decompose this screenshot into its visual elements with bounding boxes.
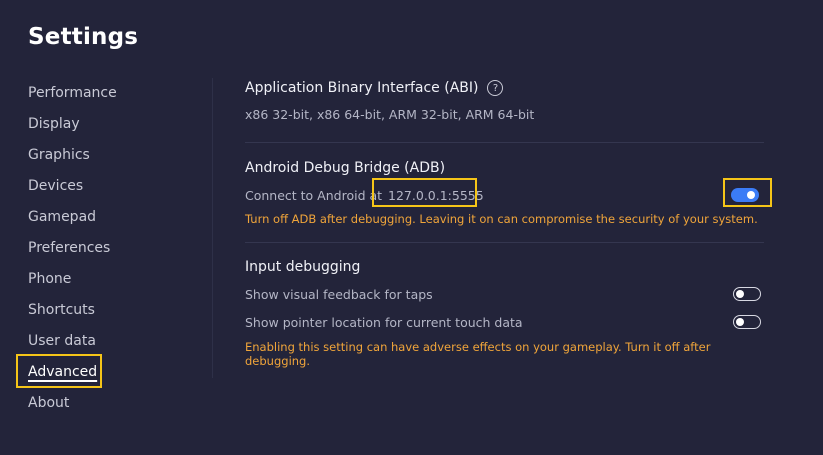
sidebar-item-label: Preferences bbox=[28, 240, 111, 256]
sidebar-item-label: Devices bbox=[28, 178, 84, 194]
sidebar-item-shortcuts[interactable]: Shortcuts bbox=[28, 299, 198, 330]
sidebar-item-advanced[interactable]: Advanced bbox=[28, 361, 198, 392]
visual-feedback-label: Show visual feedback for taps bbox=[245, 286, 433, 302]
help-icon[interactable]: ? bbox=[487, 80, 504, 96]
pointer-location-row: Show pointer location for current touch … bbox=[245, 313, 765, 331]
sidebar-item-label: Performance bbox=[28, 85, 117, 101]
adb-toggle[interactable] bbox=[731, 188, 759, 202]
section-divider bbox=[245, 142, 764, 143]
sidebar-divider bbox=[212, 78, 213, 378]
toggle-knob bbox=[736, 289, 744, 298]
input-debugging-warning: Enabling this setting can have adverse e… bbox=[245, 340, 711, 368]
sidebar-item-devices[interactable]: Devices bbox=[28, 175, 198, 206]
sidebar-item-preferences[interactable]: Preferences bbox=[28, 237, 198, 268]
visual-feedback-row: Show visual feedback for taps bbox=[245, 285, 765, 303]
sidebar-item-label: About bbox=[28, 395, 70, 411]
abi-section-title: Application Binary Interface (ABI) ? bbox=[245, 78, 765, 98]
sidebar-item-label: Shortcuts bbox=[28, 302, 95, 318]
sidebar-item-display[interactable]: Display bbox=[28, 113, 198, 144]
sidebar-nav: Performance Display Graphics Devices Gam… bbox=[28, 82, 198, 423]
page-title: Settings bbox=[28, 24, 139, 50]
sidebar-item-label: Graphics bbox=[28, 147, 90, 163]
sidebar-item-gamepad[interactable]: Gamepad bbox=[28, 206, 198, 237]
adb-address: 127.0.0.1:5555 bbox=[388, 187, 484, 203]
input-debugging-title: Input debugging bbox=[245, 259, 361, 275]
abi-value: x86 32-bit, x86 64-bit, ARM 32-bit, ARM … bbox=[245, 107, 535, 122]
section-divider bbox=[245, 242, 764, 243]
sidebar-item-graphics[interactable]: Graphics bbox=[28, 144, 198, 175]
sidebar-item-label: Display bbox=[28, 116, 80, 132]
adb-connect-label: Connect to Android at bbox=[245, 187, 383, 203]
adb-warning: Turn off ADB after debugging. Leaving it… bbox=[245, 212, 758, 226]
toggle-knob bbox=[736, 317, 744, 326]
visual-feedback-toggle[interactable] bbox=[733, 287, 761, 301]
pointer-location-label: Show pointer location for current touch … bbox=[245, 314, 523, 330]
sidebar-item-user-data[interactable]: User data bbox=[28, 330, 198, 361]
adb-title: Android Debug Bridge (ADB) bbox=[245, 160, 446, 176]
pointer-location-toggle[interactable] bbox=[733, 315, 761, 329]
input-debugging-section-title: Input debugging bbox=[245, 257, 765, 277]
sidebar-item-phone[interactable]: Phone bbox=[28, 268, 198, 299]
adb-connect-text: Connect to Android at 127.0.0.1:5555 bbox=[245, 188, 484, 203]
sidebar-item-label: Advanced bbox=[28, 364, 98, 380]
adb-connect-row: Connect to Android at 127.0.0.1:5555 bbox=[245, 184, 765, 206]
adb-section-title: Android Debug Bridge (ADB) bbox=[245, 158, 765, 178]
sidebar-item-performance[interactable]: Performance bbox=[28, 82, 198, 113]
advanced-settings-panel: Application Binary Interface (ABI) ? x86… bbox=[245, 78, 765, 368]
sidebar-item-about[interactable]: About bbox=[28, 392, 198, 423]
sidebar-item-label: User data bbox=[28, 333, 96, 349]
abi-title: Application Binary Interface (ABI) bbox=[245, 80, 479, 96]
toggle-knob bbox=[747, 191, 755, 199]
sidebar-item-label: Phone bbox=[28, 271, 72, 287]
sidebar-item-label: Gamepad bbox=[28, 209, 97, 225]
